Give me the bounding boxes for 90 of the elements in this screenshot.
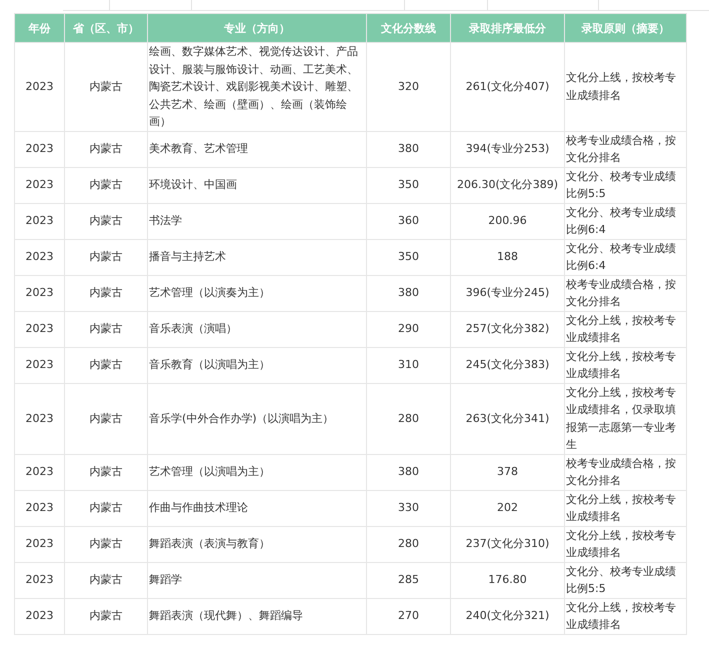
region-cell: 内蒙古 <box>90 358 122 372</box>
culture-line-cell: 350 <box>398 250 419 264</box>
major-cell: 艺术管理（以演唱为主） <box>149 465 270 478</box>
major-cell: 艺术管理（以演奏为主） <box>149 286 270 300</box>
min-score-cell: 263(文化分341) <box>466 412 550 425</box>
major-cell: 舞蹈表演（现代舞）、舞蹈编导 <box>149 609 303 622</box>
principle-cell: 文化分上线，按校考专业成绩排名，仅录取填报第一志愿第一专业考生 <box>566 386 676 451</box>
major-cell: 播音与主持艺术 <box>149 250 226 264</box>
culture-line-cell: 350 <box>398 178 419 192</box>
major-cell: 书法学 <box>149 214 182 228</box>
column-header: 年份 <box>14 14 64 42</box>
principle-cell: 校考专业成绩合格，按文化分排名 <box>566 456 676 487</box>
culture-line-cell: 280 <box>398 537 419 550</box>
region-cell: 内蒙古 <box>90 178 122 192</box>
region-cell: 内蒙古 <box>90 142 122 156</box>
principle-cell: 文化分、校考专业成绩比例6:4 <box>566 206 676 236</box>
year-cell: 2023 <box>26 573 54 586</box>
year-cell: 2023 <box>26 537 54 550</box>
principle-cell: 校考专业成绩合格，按文化分排名 <box>566 134 676 164</box>
min-score-cell: 176.80 <box>488 573 527 586</box>
region-cell: 内蒙古 <box>90 412 122 425</box>
principle-cell: 文化分上线，按校考专业成绩排名 <box>566 600 676 631</box>
region-cell: 内蒙古 <box>90 214 122 228</box>
min-score-cell: 394(专业分253) <box>466 142 550 156</box>
min-score-cell: 245(文化分383) <box>466 358 550 372</box>
min-score-cell: 206.30(文化分389) <box>456 178 558 192</box>
min-score-cell: 396(专业分245) <box>466 286 550 300</box>
year-cell: 2023 <box>26 465 54 478</box>
major-cell: 舞蹈学 <box>149 573 182 586</box>
column-header: 录取原则（摘要） <box>564 14 686 42</box>
culture-line-cell: 310 <box>398 358 419 372</box>
column-header: 专业（方向） <box>148 14 366 42</box>
min-score-cell: 261(文化分407) <box>466 80 550 93</box>
culture-line-cell: 380 <box>398 286 419 300</box>
culture-line-cell: 380 <box>398 142 419 156</box>
year-cell: 2023 <box>26 250 54 264</box>
culture-line-cell: 290 <box>398 322 419 336</box>
culture-line-cell: 285 <box>398 573 419 586</box>
major-cell: 音乐教育（以演唱为主） <box>149 358 270 372</box>
min-score-cell: 237(文化分310) <box>466 537 550 550</box>
min-score-cell: 202 <box>497 501 518 514</box>
region-cell: 内蒙古 <box>90 465 122 478</box>
year-cell: 2023 <box>26 412 54 425</box>
major-cell: 音乐表演（演唱） <box>149 322 237 336</box>
principle-cell: 文化分、校考专业成绩比例6:4 <box>566 242 676 272</box>
min-score-cell: 378 <box>497 465 518 478</box>
year-cell: 2023 <box>26 609 54 622</box>
year-cell: 2023 <box>26 214 54 228</box>
column-header: 录取排序最低分 <box>450 14 564 42</box>
region-cell: 内蒙古 <box>90 80 122 93</box>
principle-cell: 文化分、校考专业成绩比例5:5 <box>566 170 676 200</box>
region-cell: 内蒙古 <box>90 286 122 300</box>
major-cell: 环境设计、中国画 <box>149 178 237 192</box>
column-header: 文化分数线 <box>366 14 450 42</box>
year-cell: 2023 <box>26 142 54 156</box>
major-cell: 舞蹈表演（表演与教育） <box>149 537 270 550</box>
major-cell: 音乐学(中外合作办学)（以演唱为主） <box>149 412 334 425</box>
principle-cell: 校考专业成绩合格，按文化分排名 <box>566 278 676 308</box>
year-cell: 2023 <box>26 322 54 336</box>
principle-cell: 文化分上线，按校考专业成绩排名 <box>566 314 676 344</box>
region-cell: 内蒙古 <box>90 322 122 336</box>
year-cell: 2023 <box>26 286 54 300</box>
culture-line-cell: 360 <box>398 214 419 228</box>
year-cell: 2023 <box>26 501 54 514</box>
year-cell: 2023 <box>26 358 54 372</box>
major-cell: 绘画、数字媒体艺术、视觉传达设计、产品设计、服装与服饰设计、动画、工艺美术、陶瓷艺术设计、戏剧影视美术设计、雕塑、公共艺术、绘画（壁画）、绘画（装饰绘画） <box>149 45 358 128</box>
culture-line-cell: 320 <box>398 80 419 93</box>
principle-cell: 文化分上线，按校考专业成绩排名 <box>566 528 676 559</box>
principle-cell: 文化分上线，按校考专业成绩排名 <box>566 350 676 380</box>
region-cell: 内蒙古 <box>90 609 122 622</box>
principle-cell: 文化分上线，按校考专业成绩排名 <box>566 71 676 102</box>
principle-cell: 文化分上线，按校考专业成绩排名 <box>566 492 676 523</box>
major-cell: 美术教育、艺术管理 <box>149 142 248 156</box>
major-cell: 作曲与作曲技术理论 <box>149 501 248 514</box>
principle-cell: 文化分、校考专业成绩比例5:5 <box>566 564 676 595</box>
culture-line-cell: 270 <box>398 609 419 622</box>
min-score-cell: 257(文化分382) <box>466 322 550 336</box>
year-cell: 2023 <box>26 178 54 192</box>
region-cell: 内蒙古 <box>90 537 122 550</box>
region-cell: 内蒙古 <box>90 573 122 586</box>
culture-line-cell: 330 <box>398 501 419 514</box>
region-cell: 内蒙古 <box>90 501 122 514</box>
min-score-cell: 240(文化分321) <box>466 609 550 622</box>
min-score-cell: 188 <box>497 250 518 264</box>
column-header: 省（区、市） <box>64 14 148 42</box>
min-score-cell: 200.96 <box>488 214 527 228</box>
region-cell: 内蒙古 <box>90 250 122 264</box>
culture-line-cell: 380 <box>398 465 419 478</box>
culture-line-cell: 280 <box>398 412 419 425</box>
year-cell: 2023 <box>26 80 54 93</box>
